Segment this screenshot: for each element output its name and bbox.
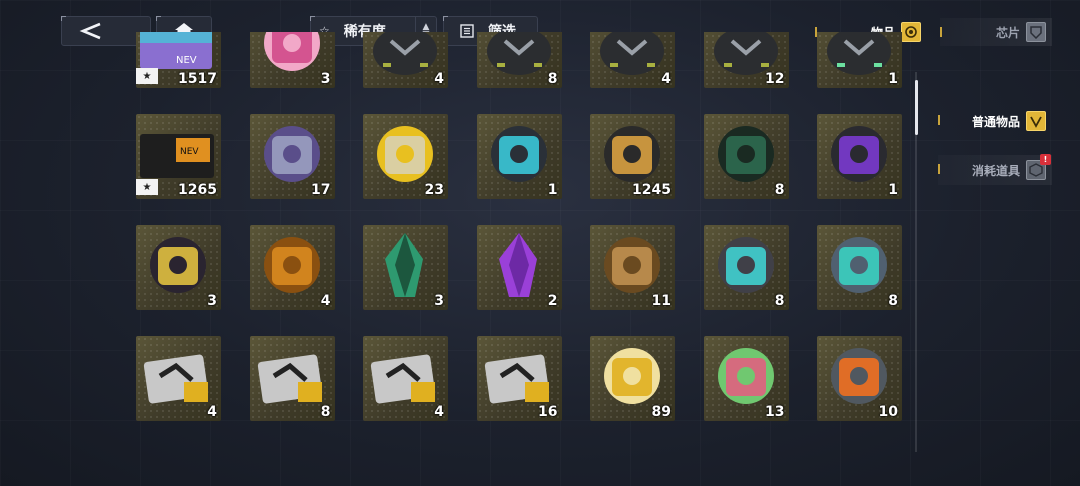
item-slot[interactable]: 8 [249, 336, 335, 421]
item-slot[interactable]: 10 [817, 336, 902, 421]
item-quantity: 4 [320, 293, 331, 309]
rarity-tag-icon: ★ [136, 68, 158, 84]
item-slot[interactable]: 1 [817, 114, 902, 199]
item-quantity: 1 [547, 182, 558, 198]
side-tab-normal-label: 普通物品 [971, 114, 1020, 129]
item-slot[interactable]: NEV ★ 1265 [136, 114, 221, 199]
item-slot[interactable]: 12 [703, 32, 789, 88]
scrollbar-thumb[interactable] [915, 80, 918, 135]
item-slot[interactable]: 4 [136, 336, 221, 421]
item-slot[interactable]: 13 [703, 336, 789, 421]
item-quantity: 4 [661, 71, 671, 87]
item-quantity: 8 [888, 293, 898, 309]
item-quantity: 3 [207, 293, 217, 309]
notification-badge: ! [1040, 154, 1051, 165]
item-quantity: 4 [434, 404, 444, 420]
item-quantity: 1265 [178, 182, 217, 198]
item-quantity: 12 [765, 71, 785, 87]
item-slot[interactable]: 3 [363, 225, 448, 310]
item-slot[interactable]: 8 [703, 225, 789, 310]
tab-divider [940, 27, 942, 37]
item-slot[interactable]: 17 [249, 114, 335, 199]
item-slot[interactable]: 16 [476, 336, 562, 421]
rarity-tag-icon: ★ [136, 179, 158, 195]
item-slot[interactable]: 11 [590, 225, 675, 310]
item-quantity: 1517 [178, 71, 217, 87]
item-quantity: 13 [765, 404, 785, 420]
tab-chips-label: 芯片 [995, 25, 1020, 40]
item-quantity: 16 [538, 404, 558, 420]
item-quantity: 10 [878, 404, 898, 420]
item-slot[interactable]: 1245 [590, 114, 675, 199]
item-slot[interactable]: 1 [817, 32, 902, 88]
item-slot[interactable]: 89 [590, 336, 675, 421]
side-tab-consumables-label: 消耗道具 [971, 163, 1020, 178]
item-quantity: 2 [547, 293, 558, 309]
item-slot[interactable]: NEV ★ 1517 [136, 32, 221, 88]
item-slot[interactable]: 4 [363, 336, 448, 421]
item-slot[interactable]: 1 [476, 114, 562, 199]
item-quantity: 23 [424, 182, 444, 198]
item-slot[interactable]: 3 [136, 225, 221, 310]
side-tab-consumables[interactable]: 消耗道具 ! [938, 154, 1052, 185]
item-quantity: 89 [651, 404, 671, 420]
item-quantity: 4 [207, 404, 217, 420]
tab-divider [938, 115, 940, 125]
chevron-left-icon [79, 22, 101, 40]
item-slot[interactable]: 4 [249, 225, 335, 310]
item-slot[interactable]: 8 [817, 225, 902, 310]
item-quantity: 3 [320, 71, 331, 87]
item-quantity: 8 [774, 182, 785, 198]
normal-items-icon [1026, 111, 1046, 131]
item-slot[interactable]: 8 [703, 114, 789, 199]
consumables-icon: ! [1026, 154, 1051, 180]
item-slot[interactable]: 4 [363, 32, 448, 88]
chip-tab-icon [1026, 22, 1046, 42]
item-slot[interactable]: 3 [249, 32, 335, 88]
item-slot[interactable]: 23 [363, 114, 448, 199]
svg-text:NEV: NEV [176, 55, 197, 66]
item-slot[interactable]: 4 [590, 32, 675, 88]
side-tab-normal-items[interactable]: 普通物品 [938, 106, 1052, 136]
item-quantity: 17 [311, 182, 331, 198]
item-quantity: 4 [434, 71, 444, 87]
item-quantity: 1 [888, 71, 898, 87]
item-slot[interactable]: 2 [476, 225, 562, 310]
item-quantity: 8 [774, 293, 785, 309]
tab-chips[interactable]: 芯片 [940, 18, 1052, 46]
item-quantity: 8 [320, 404, 331, 420]
item-grid: NEV ★ 1517 3 4 8 4 12 1 NEV ★ 1265 17 23 1 1245 8 1 3 4 3 2 11… [136, 32, 906, 446]
svg-text:NEV: NEV [180, 147, 199, 157]
item-quantity: 3 [434, 293, 444, 309]
tab-divider [938, 164, 940, 174]
item-quantity: 1245 [632, 182, 671, 198]
item-quantity: 11 [651, 293, 671, 309]
item-slot[interactable]: 8 [476, 32, 562, 88]
item-quantity: 1 [888, 182, 898, 198]
item-quantity: 8 [547, 71, 558, 87]
